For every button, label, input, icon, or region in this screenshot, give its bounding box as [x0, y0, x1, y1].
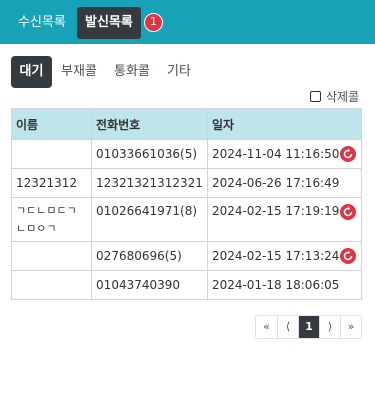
retry-icon[interactable] [340, 146, 356, 162]
tab-inbox[interactable]: 수신목록 [10, 7, 74, 39]
header-date: 일자 [206, 108, 363, 140]
cell-date: 2024-01-18 18:06:05 [206, 270, 363, 300]
call-list-table: 이름 전화번호 일자 01033661036(5) 2024-11-04 11:… [10, 108, 363, 300]
cell-date-text: 2024-02-15 17:13:24 [211, 249, 340, 263]
cell-name [10, 270, 93, 300]
table-row[interactable]: ㄱㄷㄴㅁㄷㄱ ㄴㅁㅇㄱ 01026641971(8) 2024-02-15 17… [10, 197, 363, 242]
cell-phone: 01043740390 [91, 270, 208, 300]
retry-icon[interactable] [340, 248, 356, 264]
page-current-button[interactable]: 1 [298, 316, 319, 338]
cell-date: 2024-02-15 17:19:19 [206, 197, 363, 242]
delete-call-checkbox[interactable] [310, 91, 321, 102]
cell-name [10, 139, 93, 169]
cell-date-text: 2024-01-18 18:06:05 [211, 278, 340, 292]
header-phone: 전화번호 [91, 108, 208, 140]
subtab-missed[interactable]: 부재콜 [61, 56, 97, 88]
cell-phone: 027680696(5) [91, 241, 208, 271]
cell-name: ㄱㄷㄴㅁㄷㄱ ㄴㅁㅇㄱ [10, 197, 93, 242]
cell-date-text: 2024-06-26 17:16:49 [211, 176, 340, 190]
table-row[interactable]: 12321312 12321321312321 2024-06-26 17:16… [10, 168, 363, 198]
page-next-button[interactable]: ⟩ [319, 316, 340, 338]
table-row[interactable]: 01033661036(5) 2024-11-04 11:16:50 [10, 139, 363, 169]
cell-name: 12321312 [10, 168, 93, 198]
table-header-row: 이름 전화번호 일자 [10, 108, 363, 140]
cell-phone: 12321321312321 [91, 168, 208, 198]
count-badge: 1 [144, 13, 163, 32]
cell-date: 2024-06-26 17:16:49 [206, 168, 363, 198]
table-row[interactable]: 01043740390 2024-01-18 18:06:05 [10, 270, 363, 300]
pagination: « ⟨ 1 ⟩ » [255, 315, 362, 339]
top-bar: 수신목록 발신목록 1 [0, 0, 375, 44]
cell-date-text: 2024-02-15 17:19:19 [211, 204, 340, 218]
tab-outbox[interactable]: 발신목록 [77, 7, 141, 39]
subtab-other[interactable]: 기타 [167, 56, 191, 88]
header-name: 이름 [10, 108, 93, 140]
subtab-waiting[interactable]: 대기 [11, 56, 52, 88]
page-first-button[interactable]: « [256, 316, 277, 338]
cell-date: 2024-02-15 17:13:24 [206, 241, 363, 271]
cell-phone: 01033661036(5) [91, 139, 208, 169]
delete-call-label: 삭제콜 [326, 90, 360, 104]
page-last-button[interactable]: » [340, 316, 361, 338]
cell-name [10, 241, 93, 271]
delete-call-toggle[interactable]: 삭제콜 [310, 88, 359, 104]
cell-date: 2024-11-04 11:16:50 [206, 139, 363, 169]
table-row[interactable]: 027680696(5) 2024-02-15 17:13:24 [10, 241, 363, 271]
retry-icon[interactable] [340, 204, 356, 220]
cell-phone: 01026641971(8) [91, 197, 208, 242]
cell-date-text: 2024-11-04 11:16:50 [211, 147, 340, 161]
subtab-answered[interactable]: 통화콜 [114, 56, 150, 88]
page-prev-button[interactable]: ⟨ [277, 316, 298, 338]
